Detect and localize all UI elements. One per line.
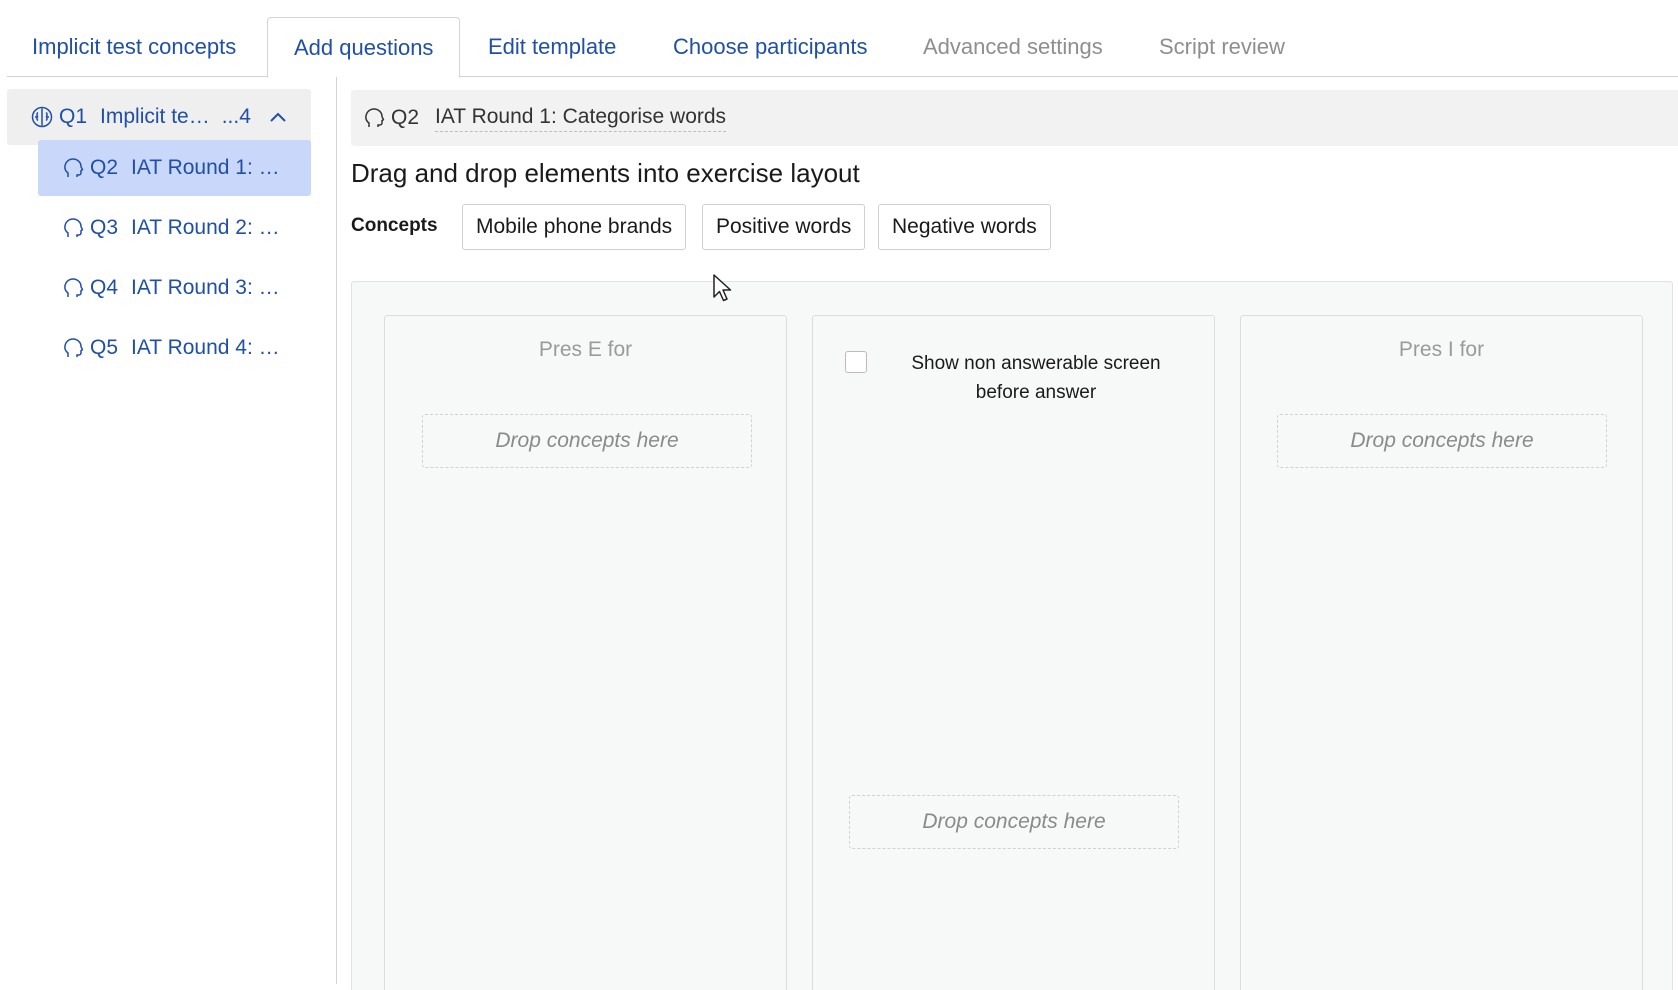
concept-chip-mobile-phone-brands[interactable]: Mobile phone brands [462,204,687,250]
middle-dropzone[interactable]: Drop concepts here [849,795,1179,849]
question-title[interactable]: IAT Round 1: Categorise words [435,105,727,132]
concept-chip-positive-words[interactable]: Positive words [702,204,866,250]
non-answerable-checkbox-label: Show non answerable screen before answer [911,353,1161,403]
tree-item-title: IAT Round 1: … [131,156,280,179]
middle-column: Show non answerable screen before answer… [812,315,1215,990]
head-icon [62,157,84,179]
left-dropzone[interactable]: Drop concepts here [422,414,752,468]
tree-item-q2[interactable]: Q2 IAT Round 1: … [38,140,311,196]
tree-item-title: IAT Round 2: … [131,216,280,239]
concepts-label: Concepts [351,215,438,236]
tree-group-title: Implicit te… [100,105,210,128]
tab-add-questions[interactable]: Add questions [267,17,461,78]
tree-group-count: ...4 [221,105,251,128]
head-icon [62,217,84,239]
head-icon [62,337,84,359]
left-column: Pres E for Drop concepts here [384,315,787,990]
tree-group-q1[interactable]: Q1 Implicit te… ...4 [7,89,311,145]
tree-item-number: Q3 [90,216,119,239]
left-column-title: Pres E for [538,338,633,361]
right-dropzone[interactable]: Drop concepts here [1277,414,1607,468]
brain-icon [31,106,53,128]
tree-item-number: Q2 [90,156,119,179]
question-header: Q2 IAT Round 1: Categorise words [351,90,1678,146]
tree-item-number: Q5 [90,336,119,359]
non-answerable-checkbox[interactable] [845,351,867,373]
concept-chip-negative-words[interactable]: Negative words [878,204,1051,250]
tab-implicit-test-concepts[interactable]: Implicit test concepts [32,17,236,77]
tree-group-number: Q1 [59,105,88,128]
tab-bar: Implicit test concepts Add questions Edi… [7,17,1678,78]
right-column: Pres I for Drop concepts here [1240,315,1643,990]
mouse-pointer-icon [713,274,732,302]
tab-advanced-settings[interactable]: Advanced settings [923,17,1103,77]
tree-item-q5[interactable]: Q5 IAT Round 4: … [38,320,311,376]
tree-item-number: Q4 [90,276,119,299]
tree-item-q4[interactable]: Q4 IAT Round 3: … [38,260,311,316]
right-column-title: Pres I for [1398,338,1485,361]
chevron-up-icon[interactable] [267,106,289,128]
tree-item-title: IAT Round 4: … [131,336,280,359]
page-title: Drag and drop elements into exercise lay… [351,158,860,188]
head-icon [62,277,84,299]
tree-item-q3[interactable]: Q3 IAT Round 2: … [38,200,311,256]
tree-item-title: IAT Round 3: … [131,276,280,299]
question-number: Q2 [391,106,420,129]
head-icon [363,107,385,129]
app-window: Implicit test concepts Add questions Edi… [0,0,1678,990]
tab-choose-participants[interactable]: Choose participants [673,17,867,77]
tab-script-review[interactable]: Script review [1159,17,1285,77]
question-tree-sidebar: Q1 Implicit te… ...4 Q2 IAT Round 1: … Q… [0,77,337,984]
exercise-layout: Pres E for Drop concepts here Show non a… [351,281,1673,990]
tab-edit-template[interactable]: Edit template [488,17,616,77]
